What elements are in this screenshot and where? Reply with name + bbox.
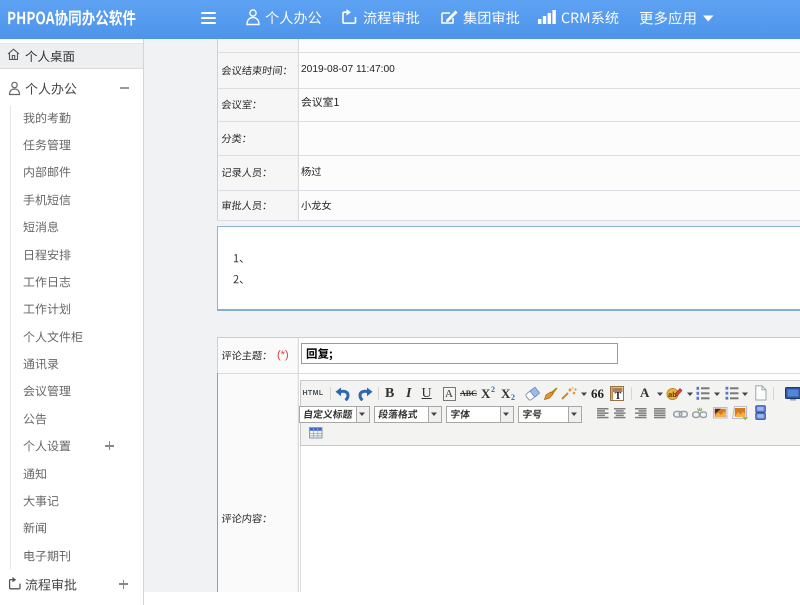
svg-text:T: T xyxy=(615,391,622,401)
